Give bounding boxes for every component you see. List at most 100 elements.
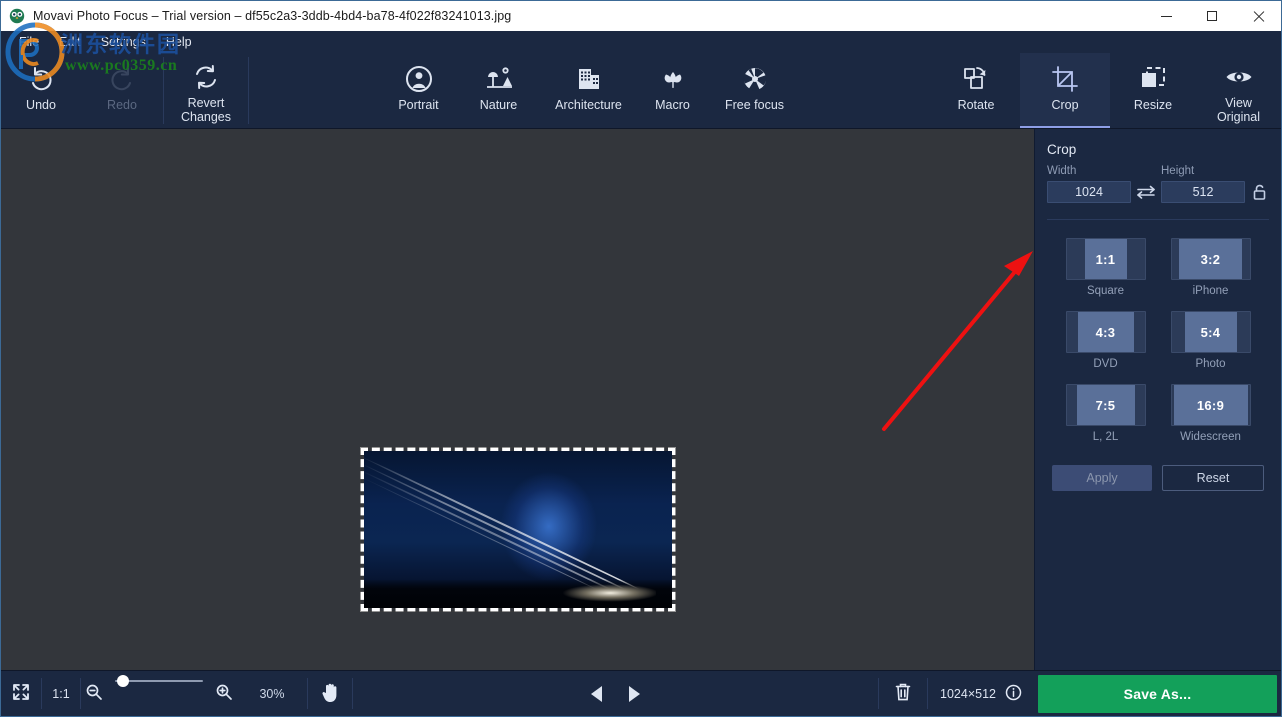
ratio-iphone-caption: iPhone [1193,285,1229,297]
previous-image-button[interactable] [586,683,608,705]
maximize-icon [1207,11,1217,21]
ratio-square-box[interactable]: 1:1 [1066,238,1146,280]
ratio-iphone-box[interactable]: 3:2 [1171,238,1251,280]
next-image-button[interactable] [624,683,646,705]
minimize-button[interactable] [1143,1,1189,31]
reset-button[interactable]: Reset [1162,465,1264,491]
maximize-button[interactable] [1189,1,1235,31]
zoom-slider-handle[interactable] [117,675,129,687]
tool-portrait-label: Portrait [398,98,438,112]
ratio-square-caption: Square [1087,285,1124,297]
runway-glow [536,582,656,604]
ratio-photo-box[interactable]: 5:4 [1171,311,1251,353]
panel-title: Crop [1035,129,1281,165]
zoom-in-button[interactable] [211,671,237,716]
tool-resize-label: Resize [1134,98,1172,112]
tool-crop[interactable]: Crop [1020,53,1110,128]
panel-filler [1035,491,1281,670]
toolbar-spacer-left [249,53,379,128]
crop-height-label: Height [1161,165,1245,177]
crop-width-group: Width 1024 [1047,165,1131,203]
crop-width-input[interactable]: 1024 [1047,181,1131,203]
delete-image-button[interactable] [879,671,927,716]
tool-nature[interactable]: Nature [459,53,539,128]
image-info-group: 1024×512 [928,671,1034,716]
tool-architecture-label: Architecture [555,98,622,112]
nature-icon [484,62,514,96]
undo-icon [26,62,56,96]
status-bar: 1:1 30% [1,670,1281,716]
crop-dimensions-row: Width 1024 Height 512 [1035,165,1281,203]
panel-actions: Apply Reset [1035,443,1281,491]
zoom-in-icon [215,683,233,704]
main-toolbar: Undo Redo Revert Changes [1,53,1281,129]
hand-pan-icon [320,681,340,706]
revert-icon [192,60,220,94]
undo-button[interactable]: Undo [1,53,81,128]
swap-dimensions-icon[interactable] [1131,181,1161,203]
tool-portrait[interactable]: Portrait [379,53,459,128]
tool-view-original[interactable]: View Original [1196,53,1281,128]
fit-to-screen-button[interactable] [1,671,41,716]
ratio-iphone-value: 3:2 [1179,239,1242,279]
ratio-dvd-box[interactable]: 4:3 [1066,311,1146,353]
portrait-icon [404,62,434,96]
zoom-slider[interactable] [115,671,203,691]
view-original-label-line1: View [1225,96,1252,110]
ratio-photo-caption: Photo [1195,358,1225,370]
crop-width-label: Width [1047,165,1131,177]
ratio-widescreen-box[interactable]: 16:9 [1171,384,1251,426]
tool-resize[interactable]: Resize [1110,53,1196,128]
zoom-out-button[interactable] [81,671,107,716]
macro-icon [658,62,688,96]
close-button[interactable] [1235,1,1281,31]
window-title: Movavi Photo Focus – Trial version – df5… [33,9,511,23]
tool-macro[interactable]: Macro [639,53,707,128]
ratio-iphone[interactable]: 3:2 iPhone [1171,238,1251,297]
resize-icon [1138,62,1168,96]
revert-changes-button[interactable]: Revert Changes [164,53,248,128]
ratio-l2l-value: 7:5 [1077,385,1135,425]
ratio-dvd-value: 4:3 [1078,312,1134,352]
redo-icon [107,62,137,96]
crop-height-input[interactable]: 512 [1161,181,1245,203]
photo-preview [364,451,672,608]
crop-panel: Crop Width 1024 Height 512 [1034,129,1281,670]
info-icon[interactable] [1005,684,1022,704]
ratio-square[interactable]: 1:1 Square [1066,238,1146,297]
save-as-button[interactable]: Save As... [1038,675,1277,713]
menu-edit[interactable]: Edit [49,33,91,51]
ratio-l2l[interactable]: 7:5 L, 2L [1066,384,1146,443]
menu-settings[interactable]: Settings [91,33,156,51]
revert-label-line2: Changes [181,110,231,124]
image-navigation [353,671,878,716]
ratio-dvd[interactable]: 4:3 DVD [1066,311,1146,370]
minimize-icon [1161,16,1172,17]
menu-bar: File Edit Settings Help [1,31,1281,53]
redo-button[interactable]: Redo [81,53,163,128]
toolbar-spacer-right [803,53,933,128]
previous-image-icon [591,686,602,702]
crop-icon [1050,62,1080,96]
aspect-lock-icon[interactable] [1245,181,1271,203]
menu-help[interactable]: Help [156,33,202,51]
ratio-l2l-box[interactable]: 7:5 [1066,384,1146,426]
actual-size-button[interactable]: 1:1 [42,671,80,716]
tool-macro-label: Macro [655,98,690,112]
ratio-photo[interactable]: 5:4 Photo [1171,311,1251,370]
pan-tool-button[interactable] [308,671,352,716]
tool-free-focus[interactable]: Free focus [707,53,803,128]
red-arrow-annotation [876,247,1034,437]
tool-rotate[interactable]: Rotate [932,53,1020,128]
image-canvas[interactable] [1,129,1034,670]
ratio-widescreen[interactable]: 16:9 Widescreen [1171,384,1251,443]
menu-file[interactable]: File [9,33,49,51]
cropped-image-container[interactable] [364,451,672,608]
rotate-icon [961,62,991,96]
image-dimensions-label: 1024×512 [940,687,996,701]
apply-button[interactable]: Apply [1052,465,1152,491]
revert-label-line1: Revert [188,96,225,110]
tool-architecture[interactable]: Architecture [539,53,639,128]
ratio-l2l-caption: L, 2L [1093,431,1119,443]
tool-crop-label: Crop [1051,98,1078,112]
